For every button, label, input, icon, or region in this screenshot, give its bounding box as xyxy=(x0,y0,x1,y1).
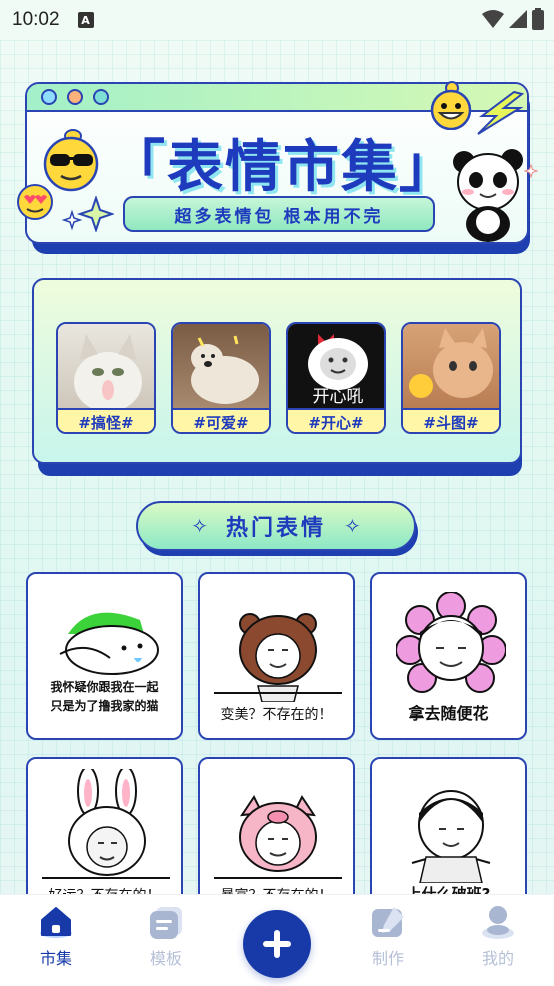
window-dot-blue xyxy=(41,89,57,105)
flower-face-icon xyxy=(396,592,506,693)
nav-item-templates[interactable]: 模板 xyxy=(126,905,206,969)
nav-item-profile[interactable]: 我的 xyxy=(458,905,538,969)
window-dot-orange xyxy=(67,89,83,105)
nav-label: 制作 xyxy=(371,949,404,968)
status-time: 10:02 xyxy=(12,9,60,30)
notification-icon: A xyxy=(77,12,94,28)
bunny-hood-face-icon xyxy=(68,769,146,876)
banner-title: 「表情市集」 xyxy=(109,135,457,200)
profile-icon xyxy=(482,906,514,939)
heart-eyes-emoji-icon xyxy=(17,184,53,220)
banner-subtitle: 超多表情包 根本用不完 xyxy=(174,206,384,227)
category-card-happy[interactable]: 开心吼 #开心# xyxy=(286,322,386,434)
panda-meme-icon: 开心吼 xyxy=(288,324,384,408)
green-hat-blob-icon xyxy=(59,612,159,675)
category-label: #搞怪# xyxy=(58,408,154,432)
meme-caption: 我怀疑你跟我在一起 只是为了撸我家的猫 xyxy=(50,680,159,713)
banner-subtitle-pill: 超多表情包 根本用不完 xyxy=(123,196,435,232)
create-fab-button[interactable] xyxy=(243,910,311,978)
home-icon xyxy=(40,907,72,938)
meme-card[interactable]: 变美？不存在的！ xyxy=(198,572,355,740)
wifi-icon xyxy=(482,10,504,28)
edit-icon xyxy=(372,907,404,937)
nav-label: 市集 xyxy=(39,949,72,968)
nav-label: 我的 xyxy=(481,949,514,968)
bear-hood-face-icon xyxy=(239,613,317,702)
bowl-cut-face-icon xyxy=(411,790,491,883)
meme-caption: 拿去随便花 xyxy=(408,704,489,723)
category-label: #斗图# xyxy=(403,408,499,432)
category-card-battle[interactable]: #斗图# xyxy=(401,322,501,434)
status-icons xyxy=(482,8,544,30)
panda-image-caption: 开心吼 xyxy=(313,387,364,407)
hot-memes-title: 热门表情 xyxy=(225,516,326,541)
dog-photo-icon xyxy=(173,324,269,408)
hot-memes-header: ✧ 热门表情 ✧ xyxy=(136,501,416,551)
category-label: #开心# xyxy=(288,408,384,432)
status-bar: 10:02 A xyxy=(0,0,554,40)
nav-item-market[interactable]: 市集 xyxy=(16,905,96,969)
sparkle-icon xyxy=(62,196,114,232)
plus-icon xyxy=(263,930,291,958)
window-dot-teal xyxy=(93,89,109,105)
category-card-funny[interactable]: #搞怪# xyxy=(56,322,156,434)
signal-icon xyxy=(509,10,527,28)
lightning-icon xyxy=(477,90,525,135)
battery-icon xyxy=(532,8,544,30)
category-label: #可爱# xyxy=(173,408,269,432)
category-box: #搞怪# #可爱# 开心吼 #开心# #斗图# xyxy=(32,278,522,464)
star-small-icon xyxy=(524,164,538,178)
meme-card[interactable]: 我怀疑你跟我在一起 只是为了撸我家的猫 xyxy=(26,572,183,740)
pig-hood-face-icon xyxy=(239,795,317,872)
sparkle-left-icon: ✧ xyxy=(191,514,208,538)
category-card-cute[interactable]: #可爱# xyxy=(171,322,271,434)
grin-emoji-icon xyxy=(430,81,472,130)
template-icon xyxy=(150,907,182,939)
nav-label: 模板 xyxy=(149,949,182,968)
meme-caption: 变美？不存在的！ xyxy=(220,707,333,723)
sparkle-right-icon: ✧ xyxy=(344,514,361,538)
nav-item-create[interactable]: 制作 xyxy=(348,905,428,969)
cat-photo-icon xyxy=(58,324,154,408)
kitten-photo-icon xyxy=(403,324,499,408)
panda-meme-icon xyxy=(453,149,523,242)
meme-card[interactable]: 拿去随便花 xyxy=(370,572,527,740)
